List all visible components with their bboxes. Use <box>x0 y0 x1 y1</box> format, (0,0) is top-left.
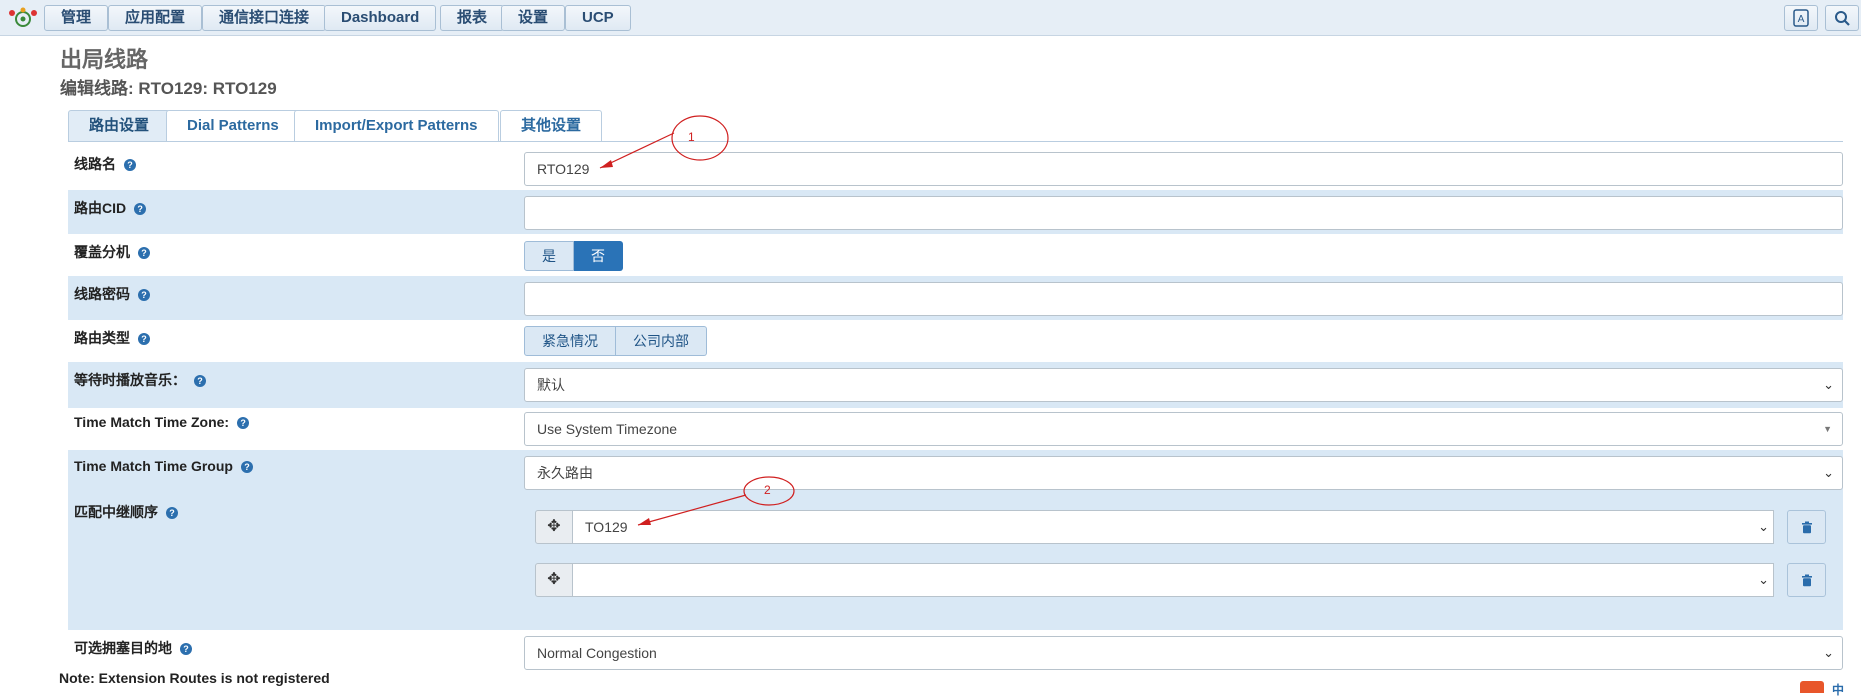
top-nav-bar: 管理 应用配置 通信接口连接 Dashboard 报表 设置 UCP A <box>0 0 1861 36</box>
time-group-label: Time Match Time Group? <box>74 458 253 474</box>
override-yes-button[interactable]: 是 <box>524 241 574 271</box>
override-extension-label: 覆盖分机? <box>74 242 150 262</box>
trunk-select[interactable]: TO129 ⌄ <box>572 510 1774 544</box>
route-cid-label: 路由CID? <box>74 198 147 218</box>
drag-handle-icon[interactable]: ✥ <box>535 563 573 597</box>
caret-down-icon: ▼ <box>1823 424 1832 434</box>
drag-handle-icon[interactable]: ✥ <box>535 510 573 544</box>
help-icon[interactable]: ? <box>180 643 192 655</box>
music-on-hold-label: 等待时播放音乐：? <box>74 370 206 390</box>
nav-ucp-button[interactable]: UCP <box>565 5 631 31</box>
nav-app-config-button[interactable]: 应用配置 <box>108 5 203 31</box>
override-no-button[interactable]: 否 <box>574 241 623 271</box>
route-name-input[interactable]: RTO129 <box>524 152 1843 186</box>
svg-text:A: A <box>1798 14 1805 25</box>
time-zone-value: Use System Timezone <box>537 421 678 437</box>
trunk-select[interactable]: ⌄ <box>572 563 1774 597</box>
extension-routes-note: Note: Extension Routes is not registered <box>59 670 330 686</box>
page-title: 出局线路 <box>60 47 149 72</box>
congestion-destination-value: Normal Congestion <box>537 645 657 661</box>
help-icon[interactable]: ? <box>124 159 136 171</box>
page-subtitle: 编辑线路: RTO129: RTO129 <box>60 79 277 98</box>
annotation-label: 1 <box>688 130 695 144</box>
language-button[interactable]: A <box>1784 5 1818 31</box>
help-icon[interactable]: ? <box>240 461 253 473</box>
trunk-row: ✥ ⌄ <box>535 563 1826 597</box>
route-name-label: 线路名? <box>74 154 136 174</box>
trash-icon <box>1801 521 1812 534</box>
chevron-down-icon: ⌄ <box>1758 572 1769 587</box>
route-type-intra-company-button[interactable]: 公司内部 <box>616 326 707 356</box>
annotation-label: 2 <box>764 483 771 497</box>
override-extension-toggle: 是 否 <box>524 241 623 271</box>
route-cid-input[interactable] <box>524 196 1843 230</box>
help-icon[interactable]: ? <box>166 507 178 519</box>
time-group-select[interactable]: 永久路由 ⌄ <box>524 456 1843 490</box>
help-icon[interactable]: ? <box>138 247 150 259</box>
translate-icon: A <box>1793 9 1809 27</box>
nav-dashboard-button[interactable]: Dashboard <box>324 5 437 31</box>
route-type-row: 路由类型? <box>68 320 1843 362</box>
chevron-down-icon: ⌄ <box>1823 465 1834 480</box>
time-zone-select[interactable]: Use System Timezone ▼ <box>524 412 1843 446</box>
congestion-destination-select[interactable]: Normal Congestion ⌄ <box>524 636 1843 670</box>
route-type-toggle: 紧急情况 公司内部 <box>524 326 707 356</box>
trunk-row: ✥ TO129 ⌄ <box>535 510 1826 544</box>
tab-other-settings[interactable]: 其他设置 <box>500 110 603 142</box>
route-password-input[interactable] <box>524 282 1843 316</box>
nav-manage-button[interactable]: 管理 <box>44 5 109 31</box>
delete-trunk-button[interactable] <box>1787 510 1826 544</box>
music-on-hold-select[interactable]: 默认 ⌄ <box>524 368 1843 402</box>
route-type-emergency-button[interactable]: 紧急情况 <box>524 326 616 356</box>
trunk-value: TO129 <box>585 519 628 535</box>
help-icon[interactable]: ? <box>138 333 150 345</box>
help-icon[interactable]: ? <box>138 289 150 301</box>
corner-logo-icon: 中 <box>1832 683 1845 697</box>
help-icon[interactable]: ? <box>194 375 206 387</box>
nav-connectivity-button[interactable]: 通信接口连接 <box>202 5 327 31</box>
trash-icon <box>1801 574 1812 587</box>
time-zone-label: Time Match Time Zone:? <box>74 414 250 430</box>
chevron-down-icon: ⌄ <box>1823 645 1834 660</box>
route-type-label: 路由类型? <box>74 328 150 348</box>
time-group-value: 永久路由 <box>537 465 593 481</box>
tab-import-export-patterns[interactable]: Import/Export Patterns <box>294 110 499 142</box>
logo-icon[interactable] <box>6 5 40 31</box>
nav-settings-button[interactable]: 设置 <box>501 5 566 31</box>
delete-trunk-button[interactable] <box>1787 563 1826 597</box>
override-extension-row: 覆盖分机? <box>68 234 1843 276</box>
chevron-down-icon: ⌄ <box>1823 377 1834 392</box>
music-on-hold-value: 默认 <box>537 377 565 393</box>
chevron-down-icon: ⌄ <box>1758 519 1769 534</box>
route-password-label: 线路密码? <box>74 284 150 304</box>
tab-dial-patterns[interactable]: Dial Patterns <box>166 110 300 142</box>
nav-reports-button[interactable]: 报表 <box>440 5 505 31</box>
tab-route-settings[interactable]: 路由设置 <box>68 110 171 142</box>
trunk-sequence-label: 匹配中继顺序? <box>74 502 178 522</box>
help-icon[interactable]: ? <box>134 203 147 215</box>
search-button[interactable] <box>1825 5 1859 31</box>
html5-icon <box>1800 681 1824 693</box>
tab-divider <box>68 141 1843 142</box>
congestion-destination-label: 可选拥塞目的地? <box>74 638 192 658</box>
help-icon[interactable]: ? <box>237 417 250 429</box>
search-icon <box>1835 11 1850 26</box>
